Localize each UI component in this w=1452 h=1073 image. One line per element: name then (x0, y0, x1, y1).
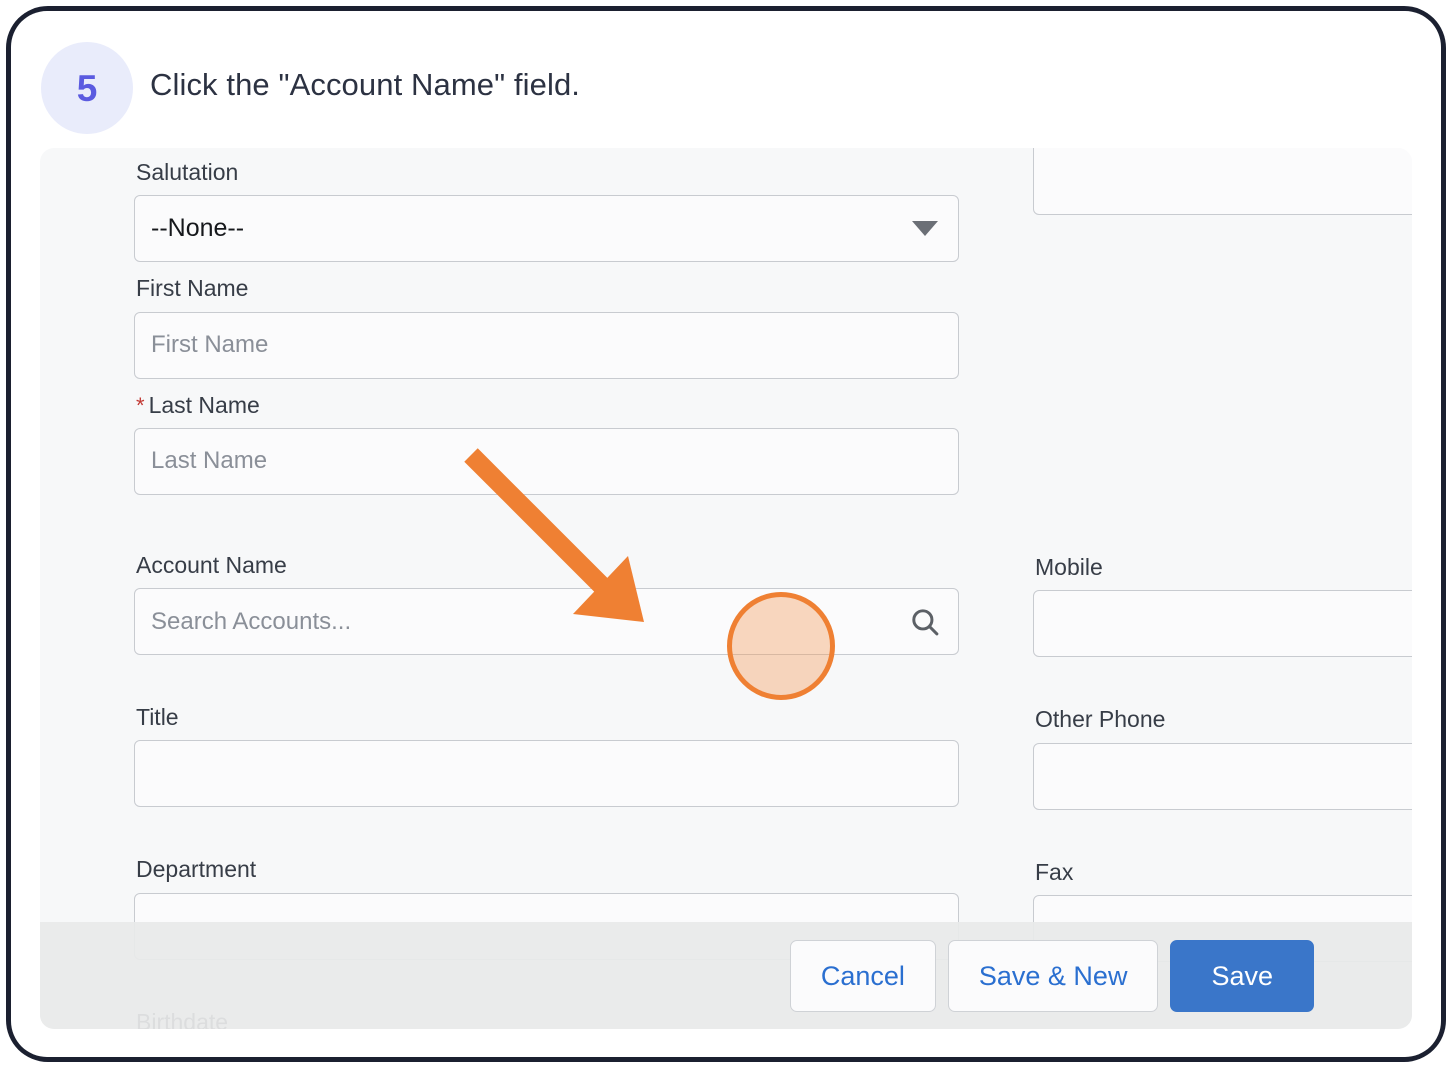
step-number: 5 (77, 70, 98, 107)
label-mobile: Mobile (1035, 555, 1412, 580)
account-name-input[interactable]: Search Accounts... (134, 588, 959, 655)
label-last-name-wrap: *Last Name (136, 393, 959, 418)
screenshot-root: 5 Click the "Account Name" field. Saluta… (0, 0, 1452, 1068)
last-name-placeholder: Last Name (151, 447, 942, 475)
label-last-name: Last Name (149, 392, 260, 418)
search-icon[interactable] (908, 605, 942, 639)
label-title: Title (136, 705, 959, 730)
form-footer-bar: Cancel Save & New Save (40, 922, 1412, 1029)
label-fax: Fax (1035, 860, 1412, 885)
cancel-button[interactable]: Cancel (790, 940, 936, 1012)
instruction-card: 5 Click the "Account Name" field. Saluta… (11, 11, 1441, 1057)
contact-form-panel: Salutation --None-- First Name First Nam… (40, 148, 1412, 1029)
required-asterisk-last-name: * (136, 393, 145, 418)
last-name-input[interactable]: Last Name (134, 428, 959, 495)
field-first-name: First Name First Name (134, 276, 959, 378)
chevron-down-icon (912, 221, 938, 236)
field-salutation: Salutation --None-- (134, 160, 959, 262)
mobile-input[interactable] (1033, 590, 1412, 657)
field-last-name: *Last Name Last Name (134, 393, 959, 495)
account-name-placeholder: Search Accounts... (151, 608, 908, 636)
first-name-input[interactable]: First Name (134, 312, 959, 379)
first-name-placeholder: First Name (151, 331, 942, 359)
other-phone-input[interactable] (1033, 743, 1412, 810)
title-input[interactable] (134, 740, 959, 807)
step-instruction-text: Click the "Account Name" field. (150, 67, 580, 103)
field-mobile: Mobile (1033, 555, 1412, 657)
field-title: Title (134, 705, 959, 807)
save-and-new-button[interactable]: Save & New (948, 940, 1159, 1012)
field-other-phone: Other Phone (1033, 707, 1412, 809)
label-other-phone: Other Phone (1035, 707, 1412, 732)
label-first-name: First Name (136, 276, 959, 301)
form-left-column: Salutation --None-- First Name First Nam… (134, 148, 959, 1029)
label-salutation: Salutation (136, 160, 959, 185)
field-account-name: Account Name Search Accounts... (134, 553, 959, 655)
label-account-name: Account Name (136, 553, 959, 578)
step-number-badge: 5 (41, 42, 133, 134)
step-header: 5 Click the "Account Name" field. (11, 11, 1441, 148)
salutation-value: --None-- (151, 214, 912, 243)
form-scroll-area[interactable]: Salutation --None-- First Name First Nam… (40, 148, 1412, 1029)
salutation-select[interactable]: --None-- (134, 195, 959, 262)
form-right-column: Mobile Other Phone Fax (1033, 148, 1412, 974)
save-button[interactable]: Save (1170, 940, 1314, 1012)
label-department: Department (136, 857, 959, 882)
